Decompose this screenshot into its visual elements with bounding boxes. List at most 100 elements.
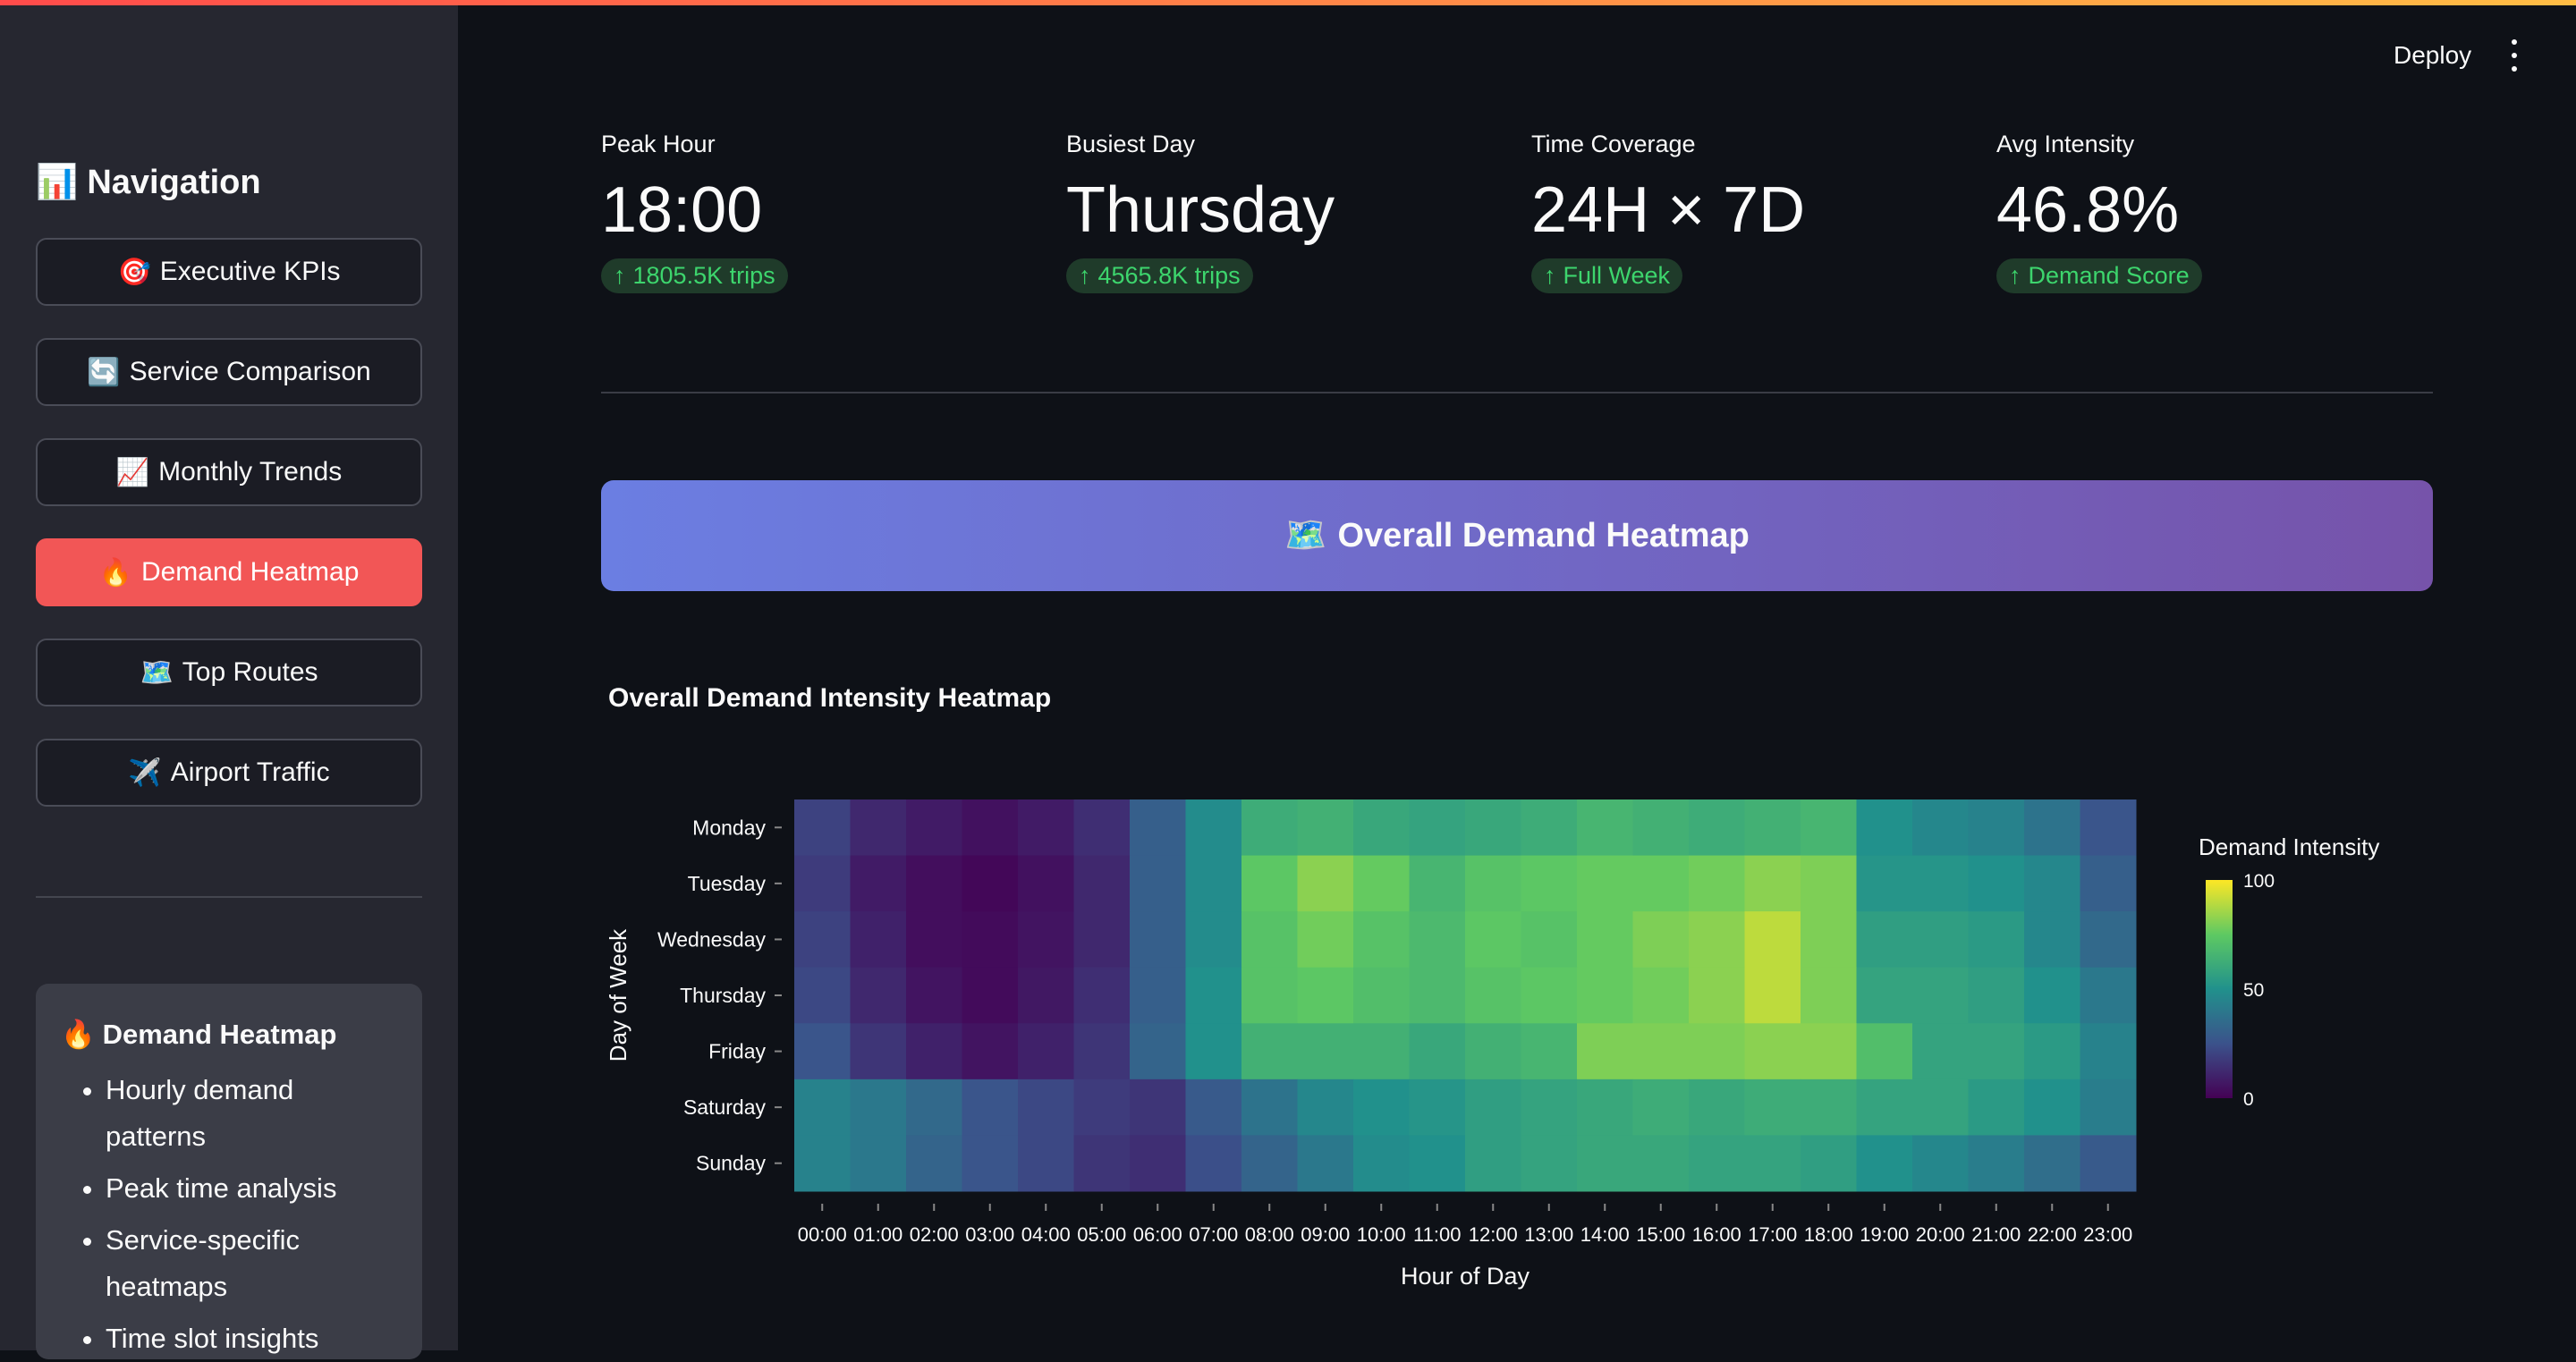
heatmap-cell <box>1185 911 1242 969</box>
heatmap-cell <box>1018 799 1074 857</box>
heatmap-cell <box>1241 911 1298 969</box>
x-tick-label: 17:00 <box>1748 1223 1797 1246</box>
heatmap-cell <box>1353 967 1410 1024</box>
heatmap-cell <box>1689 1079 1745 1136</box>
heatmap-cell <box>906 967 962 1024</box>
heatmap-cell <box>1912 967 1969 1024</box>
heatmap-cell <box>1465 1079 1521 1136</box>
nav-monthly-trends-button[interactable]: 📈 Monthly Trends <box>36 438 422 506</box>
heatmap-cell <box>1912 855 1969 912</box>
heatmap-cell <box>1353 799 1410 857</box>
heatmap-cell <box>1744 967 1801 1024</box>
nav-top-routes-button[interactable]: 🗺️ Top Routes <box>36 639 422 706</box>
list-item: Hourly demand patterns <box>106 1067 397 1160</box>
x-tick-label: 06:00 <box>1133 1223 1182 1246</box>
heatmap-cell <box>1689 1135 1745 1192</box>
heatmap-cell <box>1801 1079 1857 1136</box>
metric-delta-badge: ↑ Demand Score <box>1996 258 2202 293</box>
heatmap-cell <box>1241 1079 1298 1136</box>
info-title-label: Demand Heatmap <box>102 1018 337 1050</box>
target-icon: 🎯 <box>117 257 151 287</box>
heatmap-cell <box>1577 967 1633 1024</box>
nav-airport-traffic-button[interactable]: ✈️ Airport Traffic <box>36 739 422 807</box>
x-tick-label: 22:00 <box>2028 1223 2077 1246</box>
x-tick-label: 12:00 <box>1469 1223 1518 1246</box>
y-tick-label: Wednesday <box>657 927 767 951</box>
fire-icon: 🔥 <box>61 1019 96 1050</box>
heatmap-cell <box>1912 1079 1969 1136</box>
metric-label: Time Coverage <box>1531 131 1696 157</box>
section-banner: 🗺️ Overall Demand Heatmap <box>601 480 2433 591</box>
heatmap-cell <box>2080 1135 2137 1192</box>
x-tick-label: 04:00 <box>1021 1223 1071 1246</box>
y-axis-label: Day of Week <box>605 928 631 1062</box>
main-menu-icon[interactable] <box>2501 39 2528 72</box>
heatmap-cell <box>1130 799 1186 857</box>
heatmap-cell <box>2080 967 2137 1024</box>
map-icon: 🗺️ <box>140 657 174 688</box>
heatmap-cell <box>1465 1023 1521 1080</box>
colorbar-tick-label: 50 <box>2243 980 2264 1001</box>
heatmap-cell <box>1801 855 1857 912</box>
heatmap-cell <box>1744 1079 1801 1136</box>
heatmap-cell <box>1018 911 1074 969</box>
heatmap-cell <box>1968 911 2025 969</box>
heatmap-cell <box>794 855 851 912</box>
heatmap-cell <box>1185 1135 1242 1192</box>
heatmap-cell <box>962 1079 1019 1136</box>
heatmap-cell <box>962 1135 1019 1192</box>
metric-delta-text: Full Week <box>1563 262 1671 289</box>
metric-delta-text: Demand Score <box>2028 262 2190 289</box>
deploy-button[interactable]: Deploy <box>2379 34 2486 77</box>
heatmap-cell <box>1689 967 1745 1024</box>
heatmap-cell <box>1968 799 2025 857</box>
heatmap-cell <box>1577 1079 1633 1136</box>
heatmap-cell <box>1856 855 1913 912</box>
heatmap-cell <box>1912 1023 1969 1080</box>
nav-executive-kpis-button[interactable]: 🎯 Executive KPIs <box>36 238 422 306</box>
heatmap-cell <box>1632 799 1690 857</box>
x-tick-label: 05:00 <box>1077 1223 1126 1246</box>
nav-button-label: Airport Traffic <box>170 757 330 787</box>
nav-button-label: Monthly Trends <box>158 457 343 486</box>
heatmap-cell <box>1521 911 1578 969</box>
x-tick-label: 20:00 <box>1916 1223 1965 1246</box>
heatmap-cell <box>1968 1079 2025 1136</box>
heatmap-cell <box>1130 911 1186 969</box>
x-tick-label: 23:00 <box>2083 1223 2132 1246</box>
heatmap-cell <box>1801 911 1857 969</box>
heatmap-cell <box>1018 967 1074 1024</box>
airplane-icon: ✈️ <box>128 757 162 788</box>
heatmap-cell <box>906 1079 962 1136</box>
heatmap-cell <box>1297 1135 1354 1192</box>
heatmap-cell <box>1409 967 1466 1024</box>
nav-button-label: Service Comparison <box>129 357 371 386</box>
top-accent-line <box>0 0 2576 5</box>
heatmap-cell <box>1018 1023 1074 1080</box>
nav-button-label: Top Routes <box>182 657 318 687</box>
x-tick-label: 08:00 <box>1245 1223 1294 1246</box>
metric-peak-hour: Peak Hour 18:00 ↑ 1805.5K trips <box>601 131 1030 293</box>
x-tick-label: 10:00 <box>1357 1223 1406 1246</box>
heatmap-cell <box>1632 1023 1690 1080</box>
heatmap-cell <box>1912 799 1969 857</box>
heatmap-cell <box>1297 1079 1354 1136</box>
nav-demand-heatmap-button[interactable]: 🔥 Demand Heatmap <box>36 538 422 606</box>
metric-value: Thursday <box>1066 174 1335 246</box>
nav-service-comparison-button[interactable]: 🔄 Service Comparison <box>36 338 422 406</box>
banner-title: Overall Demand Heatmap <box>1337 516 1750 554</box>
metric-value: 18:00 <box>601 174 763 246</box>
metric-delta-text: 1805.5K trips <box>632 262 775 289</box>
heatmap-cell <box>1241 855 1298 912</box>
heatmap-cell <box>962 1023 1019 1080</box>
y-tick-label: Friday <box>708 1040 766 1063</box>
heatmap-cell <box>962 967 1019 1024</box>
x-tick-label: 07:00 <box>1189 1223 1238 1246</box>
metric-delta-badge: ↑ Full Week <box>1531 258 1683 293</box>
heatmap-cell <box>1577 855 1633 912</box>
nav-button-label: Executive KPIs <box>159 257 341 286</box>
heatmap-cell <box>1185 1079 1242 1136</box>
heatmap-cell <box>1744 1023 1801 1080</box>
heatmap-cell <box>1521 967 1578 1024</box>
map-icon: 🗺️ <box>1284 517 1327 554</box>
